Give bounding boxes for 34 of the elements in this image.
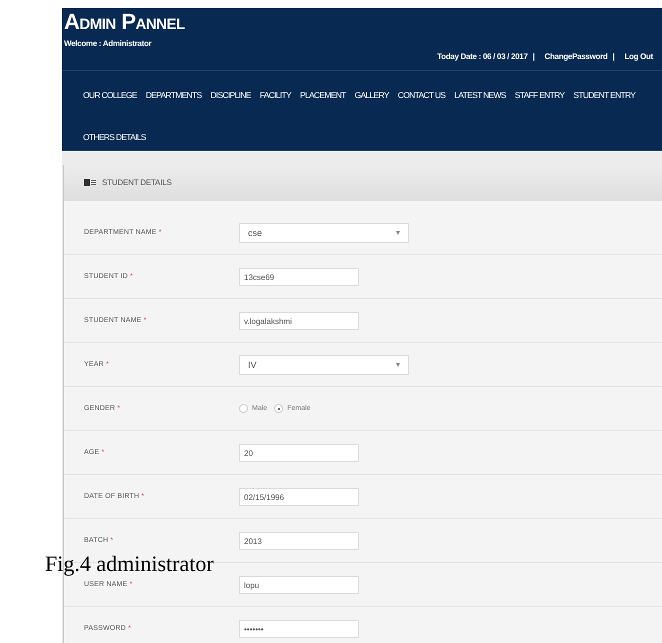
caret-icon bbox=[396, 230, 400, 234]
nav-link[interactable]: OTHERS DETAILS bbox=[83, 131, 146, 143]
nav-link[interactable]: DEPARTMENTS bbox=[146, 89, 202, 101]
input-field[interactable]: lopu bbox=[239, 576, 359, 594]
welcome-text: Welcome : Administrator bbox=[64, 39, 152, 48]
nav-link[interactable]: GALLERY bbox=[354, 89, 389, 101]
radio-button[interactable] bbox=[239, 404, 248, 413]
input-field[interactable]: 20 bbox=[239, 444, 359, 462]
nav-link[interactable]: DISCIPLINE bbox=[210, 89, 251, 101]
input-field[interactable]: 02/15/1996 bbox=[239, 488, 359, 506]
panel-title: STUDENT DETAILS bbox=[102, 178, 172, 187]
input-field[interactable]: 13cse69 bbox=[239, 268, 359, 286]
nav-link[interactable]: CONTACT US bbox=[398, 89, 446, 101]
radio-button[interactable] bbox=[274, 404, 284, 413]
nav-link[interactable]: STUDENT ENTRY bbox=[573, 89, 636, 101]
nav-link[interactable]: LATEST NEWS bbox=[454, 89, 506, 101]
nav-link[interactable]: PLACEMENT bbox=[300, 89, 346, 101]
input-field[interactable]: 2013 bbox=[239, 532, 359, 550]
input-field[interactable]: ••••••• bbox=[239, 620, 359, 638]
app-title: Admin Pannel bbox=[64, 10, 185, 34]
nav-link[interactable]: OUR COLLEGE bbox=[83, 89, 137, 101]
change-password-link[interactable]: ChangePassword bbox=[544, 52, 608, 61]
date-text: Today Date : 06 / 03 / 2017 bbox=[437, 52, 528, 61]
caret-icon bbox=[396, 362, 400, 366]
logout-link[interactable]: Log Out bbox=[624, 52, 653, 61]
list-icon bbox=[84, 179, 96, 186]
separator: | bbox=[612, 52, 614, 61]
dropdown[interactable]: IV bbox=[239, 354, 409, 374]
separator: | bbox=[532, 52, 535, 61]
input-field[interactable]: v.logalakshmi bbox=[239, 312, 359, 330]
nav-link[interactable]: FACILITY bbox=[260, 89, 291, 101]
nav-link[interactable]: STAFF ENTRY bbox=[514, 89, 564, 101]
figure-caption: Fig.4 administrator bbox=[45, 553, 214, 575]
dropdown[interactable]: cse bbox=[239, 222, 409, 242]
